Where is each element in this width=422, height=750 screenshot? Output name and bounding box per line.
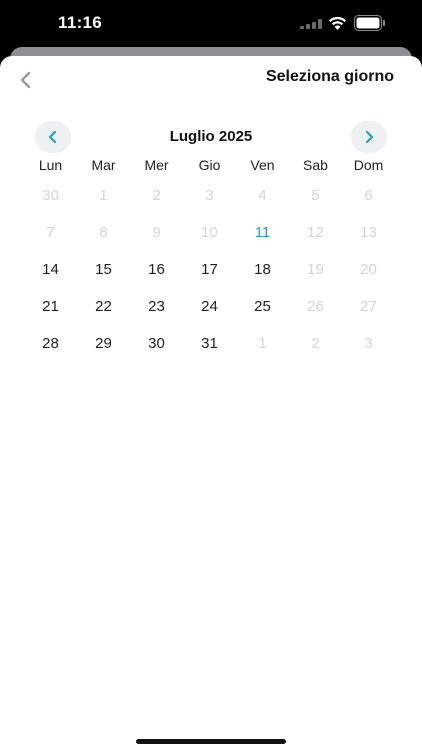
calendar-day-grid: 30 1 2 3 4 5 6 7 8 9 10 11 12 13 14 15 16 17 18 19 20 21 22 23 2… [24,177,395,362]
calendar-day: 1 [99,187,108,204]
status-time: 11:16 [58,13,103,32]
calendar-day[interactable]: 31 [183,325,236,362]
chevron-right-icon [365,130,374,144]
calendar-day[interactable]: 16 [130,251,183,288]
calendar-day[interactable]: 30 [130,325,183,362]
home-indicator [136,739,286,744]
calendar-day: 1 [258,335,267,352]
calendar-day: 5 [311,187,320,204]
weekday-label: Mer [144,157,169,173]
calendar-day[interactable]: 22 [77,288,130,325]
next-month-button[interactable] [351,121,387,153]
wifi-icon [329,16,346,30]
weekday-label: Gio [198,157,221,173]
calendar-day: 4 [258,187,267,204]
calendar-day: 13 [360,224,377,241]
calendar-day[interactable]: 17 [183,251,236,288]
calendar-day: 26 [307,298,324,315]
date-picker-sheet: Seleziona giorno Luglio 2025 Lun Mar Mer… [0,56,422,750]
weekday-label: Dom [353,157,384,173]
chevron-left-icon[interactable] [12,66,40,94]
weekday-label: Ven [250,157,275,173]
weekday-label: Mar [91,157,116,173]
calendar-day[interactable]: 18 [236,251,289,288]
calendar-day-today[interactable]: 11 [236,214,289,251]
calendar-day[interactable]: 25 [236,288,289,325]
calendar-day: 19 [307,261,324,278]
calendar-day: 8 [99,224,108,241]
calendar-day[interactable]: 29 [77,325,130,362]
cellular-signal-icon [300,19,322,29]
calendar-day: 9 [152,224,161,241]
calendar-day: 6 [364,187,373,204]
calendar-day[interactable]: 21 [24,288,77,325]
weekday-label: Sab [303,157,328,173]
battery-icon [354,15,385,31]
status-bar: 11:16 [0,0,422,46]
calendar-day[interactable]: 24 [183,288,236,325]
calendar-day[interactable]: 15 [77,251,130,288]
calendar-day: 3 [205,187,214,204]
page-title: Seleziona giorno [265,68,394,85]
calendar-day: 10 [201,224,218,241]
calendar-day: 12 [307,224,324,241]
weekday-header: Lun Mar Mer Gio Ven Sab Dom [24,157,395,173]
calendar-day[interactable]: 28 [24,325,77,362]
calendar-day: 2 [311,335,320,352]
calendar-day: 27 [360,298,377,315]
calendar-day: 7 [46,224,55,241]
calendar-day[interactable]: 14 [24,251,77,288]
calendar-day[interactable]: 23 [130,288,183,325]
calendar-day: 20 [360,261,377,278]
calendar-day: 2 [152,187,161,204]
calendar-day: 3 [364,335,373,352]
calendar-day: 30 [42,187,59,204]
weekday-label: Lun [38,157,63,173]
